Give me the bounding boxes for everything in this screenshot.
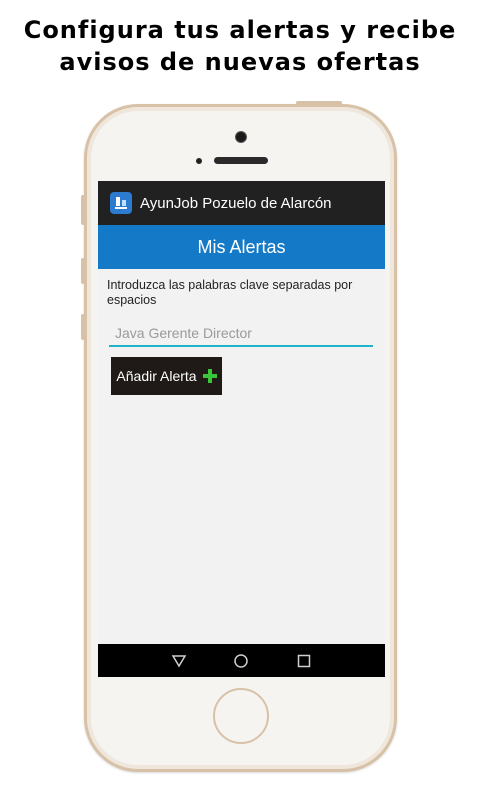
app-logo-icon xyxy=(110,192,132,214)
back-button[interactable] xyxy=(169,651,189,671)
plus-icon xyxy=(202,369,217,383)
keywords-input[interactable] xyxy=(109,321,373,347)
add-alert-label: Añadir Alerta xyxy=(116,368,197,384)
front-camera xyxy=(235,131,247,143)
recents-button[interactable] xyxy=(294,651,314,671)
android-nav-bar xyxy=(98,644,385,677)
phone-home-button xyxy=(213,688,269,744)
phone-volume-down xyxy=(81,314,85,340)
proximity-sensor xyxy=(196,158,202,164)
add-alert-button[interactable]: Añadir Alerta xyxy=(111,357,222,395)
app-title: AyunJob Pozuelo de Alarcón xyxy=(140,194,332,212)
promo-page: Configura tus alertas y recibe avisos de… xyxy=(0,0,480,800)
app-logo-glyph xyxy=(115,197,127,209)
promo-line-2: avisos de nuevas ofertas xyxy=(59,48,421,76)
keywords-instructions: Introduzca las palabras clave separadas … xyxy=(107,278,353,307)
app-screen: AyunJob Pozuelo de Alarcón Mis Alertas I… xyxy=(98,181,385,677)
earpiece-speaker xyxy=(214,157,268,164)
phone-mute-switch xyxy=(81,195,85,225)
recents-icon xyxy=(297,654,311,667)
promo-line-1: Configura tus alertas y recibe xyxy=(23,16,457,44)
home-nav-button[interactable] xyxy=(231,651,251,671)
phone-volume-up xyxy=(81,258,85,284)
home-icon xyxy=(234,653,249,668)
back-icon xyxy=(171,654,187,667)
phone-power-button xyxy=(296,101,342,105)
app-titlebar: AyunJob Pozuelo de Alarcón xyxy=(98,181,385,225)
section-title: Mis Alertas xyxy=(98,225,385,269)
promo-caption: Configura tus alertas y recibe avisos de… xyxy=(0,14,480,78)
